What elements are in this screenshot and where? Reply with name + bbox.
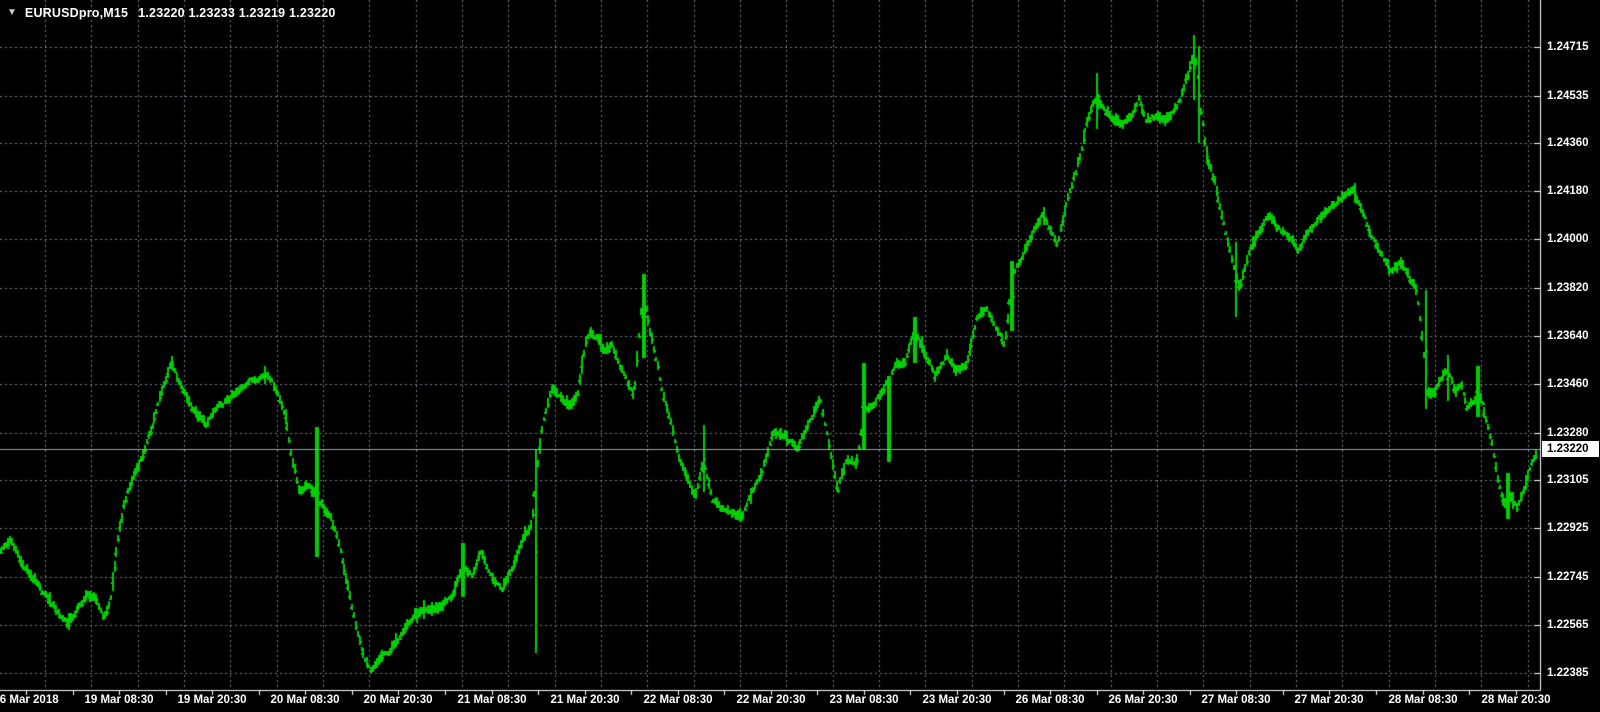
time-axis-label: 21 Mar 08:30 xyxy=(457,694,527,706)
time-axis-label: 23 Mar 08:30 xyxy=(829,694,899,706)
time-axis-label: 21 Mar 20:30 xyxy=(550,694,620,706)
time-axis-label: 19 Mar 20:30 xyxy=(177,694,247,706)
time-axis-label: 28 Mar 08:30 xyxy=(1388,694,1458,706)
chart-title: ▼ EURUSDpro,M15 1.23220 1.23233 1.23219 … xyxy=(7,6,336,20)
time-axis-label: 28 Mar 20:30 xyxy=(1481,694,1551,706)
time-axis-label: 20 Mar 08:30 xyxy=(270,694,340,706)
chart-shift-marker-icon: ▼ xyxy=(7,7,17,18)
time-axis: 16 Mar 2018 19 Mar 08:30 19 Mar 20:30 20 Ma… xyxy=(0,692,1600,712)
ohlc-quote-label: 1.23220 1.23233 1.23219 1.23220 xyxy=(138,6,336,20)
time-axis-label: 19 Mar 08:30 xyxy=(84,694,154,706)
time-axis-label: 16 Mar 2018 xyxy=(0,694,59,706)
current-price-tag: 1.23220 xyxy=(1542,441,1599,457)
chart-window: ▼ EURUSDpro,M15 1.23220 1.23233 1.23219 … xyxy=(0,0,1600,712)
price-chart-canvas[interactable] xyxy=(0,0,1600,712)
time-axis-label: 26 Mar 20:30 xyxy=(1108,694,1178,706)
time-axis-label: 26 Mar 08:30 xyxy=(1015,694,1085,706)
time-axis-label: 22 Mar 08:30 xyxy=(643,694,713,706)
symbol-period-label: EURUSDpro,M15 xyxy=(24,6,129,20)
time-axis-label: 22 Mar 20:30 xyxy=(736,694,806,706)
time-axis-label: 23 Mar 20:30 xyxy=(922,694,992,706)
time-axis-label: 27 Mar 20:30 xyxy=(1294,694,1364,706)
time-axis-label: 20 Mar 20:30 xyxy=(363,694,433,706)
time-axis-label: 27 Mar 08:30 xyxy=(1201,694,1271,706)
